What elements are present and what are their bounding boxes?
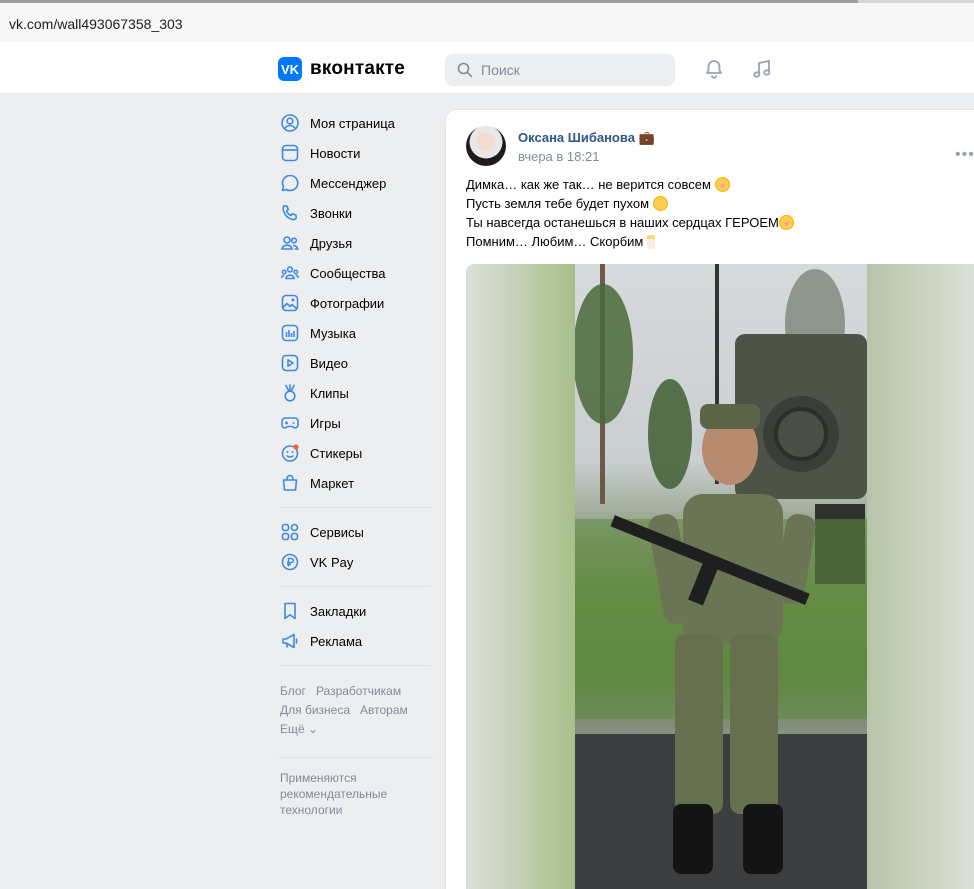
menu-label: Закладки — [310, 603, 367, 619]
bag-icon — [282, 474, 298, 491]
menu-label: Фотографии — [310, 295, 385, 311]
menu-item-my-page[interactable]: Моя страница — [278, 108, 430, 138]
crying-face-emoji — [714, 177, 730, 192]
site-header: VK вконтакте — [0, 42, 974, 94]
menu-label: Мессенджер — [310, 175, 387, 191]
wall-post: Оксана Шибанова 💼 вчера в 18:21 ••• Димк… — [445, 109, 974, 889]
menu-label: Клипы — [310, 385, 349, 401]
menu-item-clips[interactable]: Клипы — [278, 378, 430, 408]
sad-face-emoji — [652, 196, 668, 211]
menu-label: Стикеры — [310, 445, 363, 461]
soldier-photo-illustration — [575, 264, 867, 889]
communities-icon — [280, 266, 300, 280]
menu-label: Звонки — [310, 205, 352, 221]
candle-emoji — [647, 235, 655, 249]
vkpay-icon — [281, 553, 299, 571]
menu-item-photos[interactable]: Фотографии — [278, 288, 430, 318]
post-line: Пусть земля тебе будет пухом — [466, 194, 966, 213]
video-icon — [281, 354, 299, 372]
menu-item-news[interactable]: Новости — [278, 138, 430, 168]
browser-url-bar[interactable]: vk.com/wall493067358_303 — [0, 0, 974, 42]
menu-item-friends[interactable]: Друзья — [278, 228, 430, 258]
crying-face-emoji — [778, 215, 794, 230]
menu-label: Сервисы — [310, 524, 364, 540]
menu-item-calls[interactable]: Звонки — [278, 198, 430, 228]
footer-links: Блог Разработчикам Для бизнеса Авторам Ещё… — [280, 682, 440, 739]
menu-label: VK Pay — [310, 554, 354, 570]
bell-icon[interactable] — [703, 58, 725, 80]
menu-label: Моя страница — [310, 115, 395, 131]
vk-logo-mark: VK — [278, 57, 302, 81]
photo-blur-edge — [866, 264, 974, 889]
post-menu-button[interactable]: ••• — [955, 146, 974, 164]
post-time[interactable]: вчера в 18:21 — [518, 149, 599, 164]
footer-link-authors[interactable]: Авторам — [360, 703, 408, 717]
menu-label: Видео — [310, 355, 348, 371]
phone-icon — [282, 205, 297, 221]
footer-link-developers[interactable]: Разработчикам — [316, 684, 401, 698]
post-text: Димка… как же так… не верится совсем Пус… — [466, 175, 966, 251]
footer-divider — [278, 757, 434, 758]
music-icon — [281, 324, 299, 342]
menu-item-market[interactable]: Маркет — [278, 468, 430, 498]
menu-item-communities[interactable]: Сообщества — [278, 258, 430, 288]
menu-divider — [280, 507, 430, 508]
recommendation-note[interactable]: Применяются рекомендательные технологии — [280, 770, 430, 818]
search-icon — [457, 62, 473, 78]
menu-label: Музыка — [310, 325, 356, 341]
search-box[interactable] — [445, 54, 675, 86]
footer-link-business[interactable]: Для бизнеса — [280, 703, 350, 717]
music-note-icon[interactable] — [751, 58, 773, 80]
sticker-icon — [281, 444, 299, 462]
post-author[interactable]: Оксана Шибанова 💼 — [518, 130, 655, 146]
menu-item-messenger[interactable]: Мессенджер — [278, 168, 430, 198]
menu-item-games[interactable]: Игры — [278, 408, 430, 438]
browser-scroll-indicator — [0, 0, 858, 3]
menu-item-services[interactable]: Сервисы — [278, 517, 430, 547]
url-text[interactable]: vk.com/wall493067358_303 — [9, 16, 183, 32]
menu-label: Реклама — [310, 633, 363, 649]
avatar[interactable] — [466, 126, 506, 166]
post-line: Димка… как же так… не верится совсем — [466, 175, 966, 194]
news-icon — [281, 144, 299, 162]
vk-logo-text: вконтакте — [310, 58, 406, 79]
menu-divider — [280, 586, 430, 587]
gamepad-icon — [281, 417, 299, 429]
photo-image — [575, 264, 867, 889]
photo-icon — [281, 294, 299, 312]
menu-item-ads[interactable]: Реклама — [278, 626, 430, 656]
footer-link-blog[interactable]: Блог — [280, 684, 306, 698]
friends-icon — [281, 236, 299, 250]
menu-item-vkpay[interactable]: VK Pay — [278, 547, 430, 577]
vk-logo[interactable]: VK вконтакте — [278, 57, 405, 81]
services-icon — [281, 523, 299, 541]
chat-icon — [281, 174, 299, 192]
menu-label: Новости — [310, 145, 361, 161]
left-menu: Моя страница Новости Мессенджер Звонки Д… — [278, 108, 430, 675]
menu-item-video[interactable]: Видео — [278, 348, 430, 378]
menu-item-bookmarks[interactable]: Закладки — [278, 596, 430, 626]
footer-link-more[interactable]: Ещё ⌄ — [280, 722, 318, 736]
menu-divider — [280, 665, 430, 666]
search-input[interactable] — [481, 62, 671, 78]
menu-label: Игры — [310, 415, 341, 431]
megaphone-icon — [282, 633, 298, 649]
post-photo[interactable] — [466, 264, 974, 889]
user-icon — [281, 114, 299, 132]
post-line: Помним… Любим… Скорбим — [466, 232, 966, 251]
menu-label: Друзья — [310, 235, 353, 251]
menu-item-music[interactable]: Музыка — [278, 318, 430, 348]
menu-label: Маркет — [310, 475, 355, 491]
clips-icon — [284, 384, 296, 402]
bookmark-icon — [284, 602, 296, 620]
menu-label: Сообщества — [310, 265, 386, 281]
menu-item-stickers[interactable]: Стикеры — [278, 438, 430, 468]
post-line: Ты навсегда останешься в наших сердцах Г… — [466, 213, 966, 232]
